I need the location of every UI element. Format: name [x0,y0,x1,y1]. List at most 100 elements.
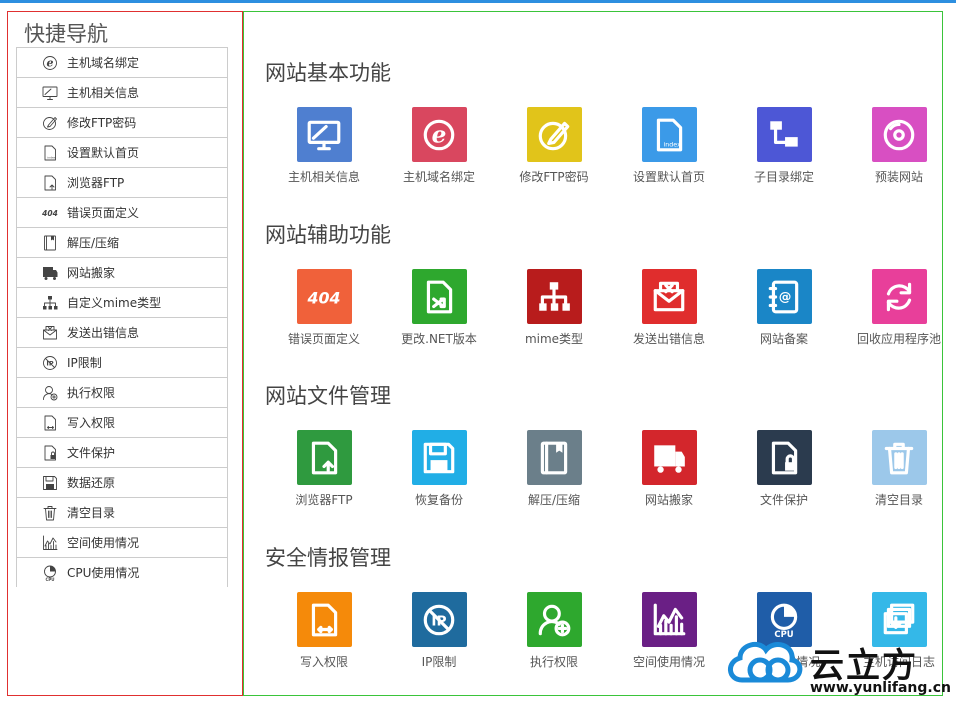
svg-text:@: @ [779,289,792,304]
tile-label: 发送出错信息 [632,332,705,346]
archive-icon [39,232,61,254]
tile-archive[interactable]: 解压/压缩 [499,430,609,508]
trash-icon [871,430,927,485]
file-upload-icon [39,172,61,194]
tile-folder-tree[interactable]: 子目录绑定 [729,107,839,185]
sidebar-item-archive[interactable]: 解压/压缩 [16,228,228,258]
edit-icon [526,107,582,162]
tile-file-lock[interactable]: 文件保护 [729,430,839,508]
sidebar-item-label: 写入权限 [67,416,116,430]
tile-label: 错误页面定义 [287,332,360,346]
sidebar-item-chart[interactable]: 空间使用情况 [16,528,228,558]
sidebar-item-write-file[interactable]: 写入权限 [16,408,228,438]
tile-label: 网站搬家 [644,493,693,507]
section-title: 网站基本功能 [265,61,391,85]
tile-label: 解压/压缩 [527,493,581,507]
tile-file-shuffle[interactable]: 更改.NET版本 [384,269,494,347]
monitor-icon [296,107,352,162]
sidebar-item-label: 清空目录 [67,506,116,520]
tile-error-404[interactable]: 404 错误页面定义 [269,269,379,347]
tile-contact-book[interactable]: @ 网站备案 [729,269,839,347]
quick-nav-panel: 快捷导航 e 主机域名绑定 主机相关信息修改FTP密码 index 设置默认首页 浏览器F… [7,11,243,696]
top-accent-line [0,0,956,3]
tile-recycle[interactable]: 回收应用程序池 [844,269,954,347]
tile-file-upload[interactable]: 浏览器FTP [269,430,379,508]
quick-nav-list: e 主机域名绑定 主机相关信息修改FTP密码 index 设置默认首页 浏览器FTP 404… [16,47,228,587]
sidebar-item-label: 错误页面定义 [67,206,140,220]
sidebar-item-domain-bind[interactable]: e 主机域名绑定 [16,47,228,78]
file-upload-icon [296,430,352,485]
sidebar-item-user-permission[interactable]: 执行权限 [16,378,228,408]
sidebar-item-cpu-pie[interactable]: CPU CPU使用情况 [16,558,228,587]
section-title: 网站辅助功能 [265,223,391,247]
sidebar-item-label: 网站搬家 [67,266,116,280]
sidebar-item-error-404[interactable]: 404 错误页面定义 [16,198,228,228]
tile-label: mime类型 [524,332,584,346]
sidebar-item-truck[interactable]: 网站搬家 [16,258,228,288]
tile-mail-error[interactable]: 发送出错信息 [614,269,724,347]
trash-icon [39,502,61,524]
tile-label: 更改.NET版本 [401,332,477,346]
tile-disc[interactable]: 预装网站 [844,107,954,185]
domain-bind-icon: e [411,107,467,162]
svg-text:e: e [432,121,447,148]
tile-sitemap[interactable]: mime类型 [499,269,609,347]
svg-text:CPU: CPU [45,577,54,582]
mail-error-icon [641,269,697,324]
sidebar-item-label: 解压/压缩 [67,236,120,250]
section-title: 网站文件管理 [265,384,391,408]
write-file-icon [296,592,352,647]
section-title: 安全情报管理 [265,546,391,570]
truck-icon [39,262,61,284]
file-lock-icon [756,430,812,485]
sidebar-item-index-page[interactable]: index 设置默认首页 [16,138,228,168]
tile-label: 恢复备份 [414,493,463,507]
sidebar-item-edit[interactable]: 修改FTP密码 [16,108,228,138]
sidebar-item-trash[interactable]: 清空目录 [16,498,228,528]
tile-trash[interactable]: 清空目录 [844,430,954,508]
sidebar-item-label: 自定义mime类型 [67,296,162,310]
tile-write-file[interactable]: 写入权限 [269,592,379,670]
sidebar-item-file-lock[interactable]: 文件保护 [16,438,228,468]
tile-user-permission[interactable]: 执行权限 [499,592,609,670]
tile-label: 文件保护 [759,493,808,507]
ip-block-icon: IP [39,352,61,374]
tile-floppy[interactable]: 恢复备份 [384,430,494,508]
sidebar-item-floppy[interactable]: 数据还原 [16,468,228,498]
sidebar-item-label: 执行权限 [67,386,116,400]
tile-edit[interactable]: 修改FTP密码 [499,107,609,185]
brand-url: www.yunlifang.cn [810,680,951,696]
mail-error-icon [39,322,61,344]
tile-label: 空间使用情况 [632,655,705,669]
function-panel: 网站基本功能主机相关信息 e 主机域名绑定 修改FTP密码 index 设置默认首页 子目录… [243,11,943,696]
tile-truck[interactable]: 网站搬家 [614,430,724,508]
sidebar-item-sitemap[interactable]: 自定义mime类型 [16,288,228,318]
edit-icon [39,112,61,134]
sidebar-item-mail-error[interactable]: 发送出错信息 [16,318,228,348]
sidebar-item-label: 数据还原 [67,476,116,490]
tile-index-page[interactable]: index 设置默认首页 [614,107,724,185]
sidebar-item-label: 设置默认首页 [67,146,140,160]
sidebar-item-file-upload[interactable]: 浏览器FTP [16,168,228,198]
sidebar-item-label: 文件保护 [67,446,116,460]
sidebar-item-monitor[interactable]: 主机相关信息 [16,78,228,108]
user-permission-icon [39,382,61,404]
domain-bind-icon: e [39,52,61,74]
tile-domain-bind[interactable]: e 主机域名绑定 [384,107,494,185]
tile-label: 浏览器FTP [295,493,353,507]
tile-label: 网站备案 [759,332,808,346]
sidebar-item-ip-block[interactable]: IP IP限制 [16,348,228,378]
sitemap-icon [39,292,61,314]
sidebar-item-label: 修改FTP密码 [67,116,137,130]
write-file-icon [39,412,61,434]
tile-ip-block[interactable]: IP IP限制 [384,592,494,670]
folder-tree-icon [756,107,812,162]
tile-label: IP限制 [421,655,457,669]
tile-label: 子目录绑定 [753,170,814,184]
quick-nav-title: 快捷导航 [24,22,108,46]
file-shuffle-icon [411,269,467,324]
tile-monitor[interactable]: 主机相关信息 [269,107,379,185]
recycle-icon [871,269,927,324]
sidebar-item-label: CPU使用情况 [67,566,140,580]
tile-chart[interactable]: 空间使用情况 [614,592,724,670]
